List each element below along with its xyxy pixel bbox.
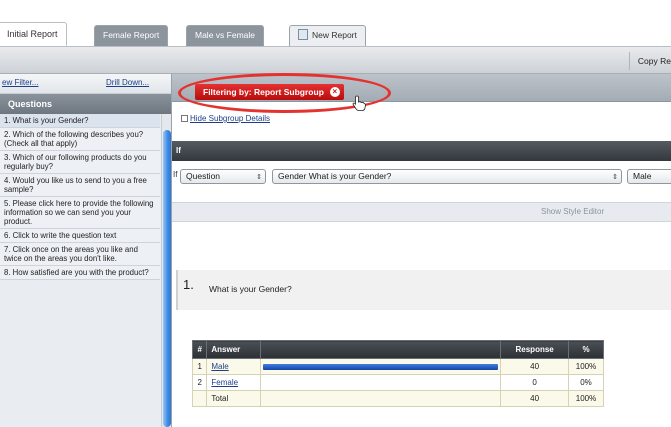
response-count: 40 xyxy=(500,358,570,375)
tab-label: Male vs Female xyxy=(195,30,255,40)
results-table: # Answer Response % 1 Male 40 100% 2 Fem… xyxy=(191,340,604,407)
new-filter-link[interactable]: ew Filter... xyxy=(2,78,38,87)
question-label: 8. How satisfied are you with the produc… xyxy=(4,268,149,277)
question-item[interactable]: 8. How satisfied are you with the produc… xyxy=(0,266,160,280)
question-label: 6. Click to write the question text xyxy=(4,231,117,240)
response-bar xyxy=(262,363,499,370)
question-title: What is your Gender? xyxy=(209,284,292,294)
question-label: 3. Which of our following products do yo… xyxy=(4,153,147,171)
scrollbar-thumb[interactable] xyxy=(163,130,171,427)
table-row: 1 Male 40 100% xyxy=(191,358,604,375)
tab-label: Initial Report xyxy=(7,29,58,39)
drill-down-link[interactable]: Drill Down... xyxy=(106,78,149,87)
toolbar xyxy=(0,46,671,74)
question-item[interactable]: 7. Click once on the areas you like and … xyxy=(0,243,160,266)
row-index: 2 xyxy=(191,374,208,391)
response-percent: 0% xyxy=(568,374,604,391)
row-index: 1 xyxy=(191,358,208,375)
tab-initial-report[interactable]: Initial Report xyxy=(0,22,67,46)
question-item[interactable]: 3. Which of our following products do yo… xyxy=(0,151,160,174)
question-select-value: Gender What is your Gender? xyxy=(278,171,392,181)
condition-header: If xyxy=(172,141,671,161)
column-header xyxy=(259,340,502,359)
table-header-row: # Answer Response % xyxy=(191,340,604,359)
checkbox-icon[interactable] xyxy=(181,115,188,123)
column-header: Answer xyxy=(206,340,261,359)
bar-cell xyxy=(259,358,502,375)
value-select[interactable]: Male xyxy=(627,169,671,184)
column-header: % xyxy=(568,340,604,359)
tab-label: New Report xyxy=(312,30,357,40)
question-label: 5. Please click here to provide the foll… xyxy=(4,199,154,226)
condition-prefix: If xyxy=(173,170,178,179)
tab-new-report[interactable]: New Report xyxy=(289,25,366,46)
hide-subgroup-link[interactable]: Hide Subgroup Details xyxy=(190,114,270,123)
question-label: 7. Click once on the areas you like and … xyxy=(4,245,138,263)
sidebar-links: ew Filter... Drill Down... xyxy=(0,74,171,94)
question-list: 1. What is your Gender? 2. Which of the … xyxy=(0,114,160,280)
select-arrows-icon: ⇕ xyxy=(256,174,262,181)
question-item[interactable]: 2. Which of the following describes you?… xyxy=(0,128,160,151)
response-count: 0 xyxy=(500,374,570,391)
response-percent: 100% xyxy=(568,358,604,375)
answer-cell: Male xyxy=(206,358,261,375)
total-label: Total xyxy=(206,390,261,407)
question-item[interactable]: 5. Please click here to provide the foll… xyxy=(0,197,160,229)
tab-bar: Initial Report Female Report Male vs Fem… xyxy=(0,0,671,52)
table-row: 2 Female 0 0% xyxy=(191,374,604,391)
question-label: 2. Which of the following describes you?… xyxy=(4,130,144,148)
table-total-row: Total 40 100% xyxy=(191,390,604,407)
value-select-value: Male xyxy=(633,171,652,181)
question-label: 1. What is your Gender? xyxy=(4,116,89,125)
question-item[interactable]: 1. What is your Gender? xyxy=(0,114,160,128)
hand-cursor-icon xyxy=(352,95,366,111)
total-percent: 100% xyxy=(568,390,604,407)
total-response: 40 xyxy=(500,390,570,407)
questions-header: Questions xyxy=(0,94,171,114)
answer-link[interactable]: Female xyxy=(211,378,238,387)
copy-report-button[interactable]: Copy Re xyxy=(628,52,671,70)
tab-label: Female Report xyxy=(103,30,160,40)
question-number: 1. xyxy=(183,277,194,292)
sidebar: ew Filter... Drill Down... Questions 1. … xyxy=(0,74,172,427)
show-style-editor-link[interactable]: Show Style Editor xyxy=(541,207,604,216)
tab-female-report[interactable]: Female Report xyxy=(94,25,169,46)
select-arrows-icon: ⇕ xyxy=(612,174,618,181)
field-select[interactable]: Question ⇕ xyxy=(180,169,266,184)
row-index xyxy=(191,390,208,407)
question-select[interactable]: Gender What is your Gender? ⇕ xyxy=(272,169,622,184)
column-header: Response xyxy=(500,340,570,359)
hide-subgroup-details[interactable]: Hide Subgroup Details xyxy=(181,114,270,123)
answer-link[interactable]: Male xyxy=(211,362,228,371)
bar-cell xyxy=(259,390,502,407)
sidebar-scrollbar[interactable] xyxy=(161,114,171,427)
question-item[interactable]: 4. Would you like us to send to you a fr… xyxy=(0,174,160,197)
tab-male-vs-female[interactable]: Male vs Female xyxy=(186,25,264,46)
column-header: # xyxy=(191,340,208,359)
question-label: 4. Would you like us to send to you a fr… xyxy=(4,176,147,194)
question-item[interactable]: 6. Click to write the question text xyxy=(0,229,160,243)
document-icon xyxy=(298,29,308,41)
answer-cell: Female xyxy=(206,374,261,391)
bar-cell xyxy=(259,374,502,391)
field-select-value: Question xyxy=(186,171,221,181)
